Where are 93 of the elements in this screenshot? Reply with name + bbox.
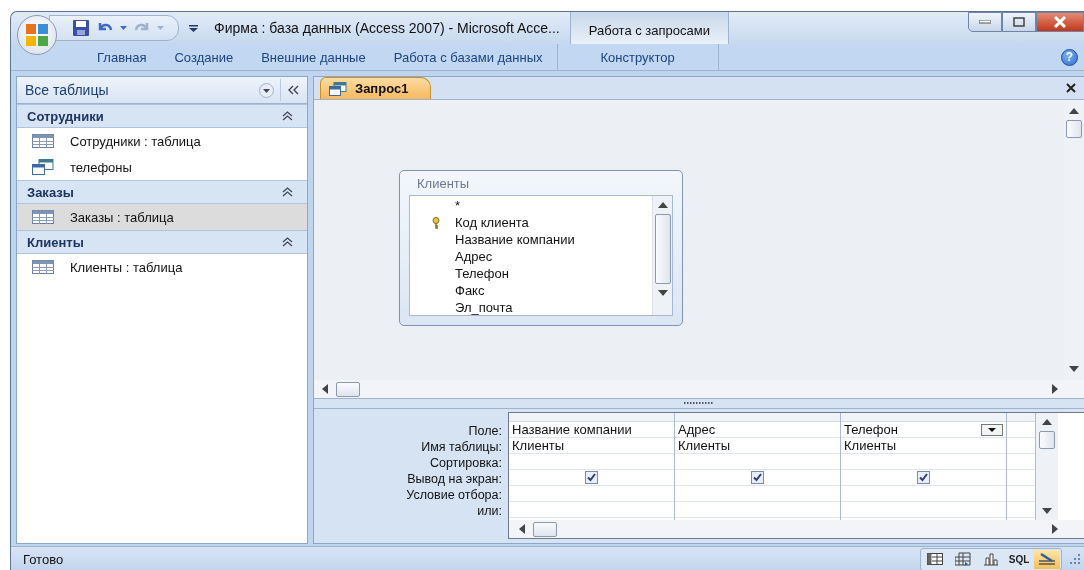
scroll-down-icon[interactable] bbox=[1042, 508, 1052, 514]
contextual-ribbon-tab[interactable]: Конструктор bbox=[556, 44, 719, 70]
document-tab[interactable]: Запрос1 bbox=[320, 77, 432, 99]
row-label: Сортировка: bbox=[429, 455, 502, 471]
maximize-button[interactable] bbox=[1002, 12, 1036, 32]
dropdown-icon[interactable] bbox=[981, 423, 1003, 436]
table-field-list[interactable]: Клиенты * Код клиента Название компании Адрес Телефон Факс Эл_почта bbox=[399, 170, 683, 326]
status-text: Готово bbox=[23, 551, 64, 567]
maximize-icon bbox=[1013, 17, 1025, 27]
scroll-up-icon[interactable] bbox=[657, 202, 668, 208]
group-header[interactable]: Заказы bbox=[17, 180, 307, 204]
ribbon-tab[interactable]: Создание bbox=[160, 45, 248, 69]
table-icon bbox=[32, 134, 54, 148]
ribbon-tab[interactable]: Внешние данные bbox=[247, 45, 380, 69]
view-button[interactable] bbox=[1034, 549, 1060, 569]
scroll-left-icon[interactable] bbox=[519, 524, 525, 534]
context-tab-group: Работа с запросами bbox=[569, 12, 729, 44]
row-label: Вывод на экран: bbox=[407, 471, 502, 487]
scroll-thumb[interactable] bbox=[533, 521, 557, 537]
row-label: Имя таблицы: bbox=[421, 439, 502, 455]
checkbox[interactable] bbox=[585, 471, 598, 484]
dropdown-caret-icon[interactable] bbox=[120, 25, 127, 31]
scroll-down-icon[interactable] bbox=[1069, 366, 1079, 372]
field-name[interactable]: Эл_почта bbox=[455, 300, 513, 315]
save-icon[interactable] bbox=[72, 19, 90, 37]
navigation-item[interactable]: Клиенты : таблица bbox=[17, 254, 307, 280]
close-button[interactable] bbox=[1036, 12, 1084, 32]
ruler-pencil-icon bbox=[1038, 552, 1056, 566]
row-label: Условие отбора: bbox=[406, 487, 502, 503]
vertical-scrollbar[interactable] bbox=[1036, 413, 1058, 520]
group-header[interactable]: Сотрудники bbox=[17, 104, 307, 128]
table-cell[interactable]: Клиенты bbox=[675, 438, 840, 454]
query-icon bbox=[329, 81, 347, 96]
field-name[interactable]: Адрес bbox=[455, 249, 493, 264]
field-cell[interactable]: Телефон bbox=[841, 422, 1006, 438]
scroll-left-icon[interactable] bbox=[322, 384, 328, 394]
bar-chart-icon bbox=[983, 552, 999, 566]
office-logo-icon bbox=[24, 22, 50, 48]
checkbox[interactable] bbox=[751, 471, 764, 484]
field-name[interactable]: Код клиента bbox=[455, 215, 529, 230]
datasheet-icon bbox=[927, 553, 943, 565]
resize-grip-icon[interactable] bbox=[1070, 554, 1080, 564]
close-icon[interactable] bbox=[1066, 83, 1076, 93]
group-header[interactable]: Клиенты bbox=[17, 230, 307, 254]
window-title: Фирма : база данных (Access 2007) - Microsoft Acce... bbox=[214, 20, 560, 36]
group-name: Сотрудники bbox=[27, 108, 104, 124]
field-name[interactable]: * bbox=[455, 198, 461, 213]
horizontal-scrollbar[interactable] bbox=[509, 520, 1084, 538]
group-name: Заказы bbox=[27, 184, 74, 200]
query-icon bbox=[32, 159, 54, 175]
scroll-up-icon[interactable] bbox=[1042, 419, 1052, 425]
scroll-thumb[interactable] bbox=[654, 214, 671, 284]
close-icon bbox=[1053, 16, 1067, 28]
checkbox[interactable] bbox=[917, 471, 930, 484]
field-cell[interactable]: Адрес bbox=[675, 422, 840, 438]
navigation-item[interactable]: Сотрудники : таблица bbox=[17, 128, 307, 154]
scroll-thumb[interactable] bbox=[1039, 431, 1055, 449]
collapse-pane-icon[interactable] bbox=[287, 85, 299, 95]
scroll-thumb[interactable] bbox=[336, 381, 360, 397]
minimize-button[interactable] bbox=[968, 12, 1002, 32]
sql-view-button[interactable]: SQL bbox=[1006, 549, 1032, 569]
horizontal-scrollbar[interactable] bbox=[314, 380, 1084, 398]
field-name[interactable]: Название компании bbox=[455, 232, 575, 247]
table-cell[interactable]: Клиенты bbox=[841, 438, 1006, 454]
field-cell[interactable]: Название компании bbox=[509, 422, 674, 438]
table-icon bbox=[32, 210, 54, 224]
minimize-icon bbox=[979, 20, 991, 24]
table-cell[interactable]: Клиенты bbox=[509, 438, 674, 454]
ribbon-tab[interactable]: Главная bbox=[83, 45, 161, 69]
scroll-thumb[interactable] bbox=[1066, 120, 1082, 138]
scroll-down-icon[interactable] bbox=[657, 290, 668, 296]
scroll-up-icon[interactable] bbox=[1069, 108, 1079, 114]
table-box-title: Клиенты bbox=[416, 175, 471, 193]
row-label: или: bbox=[477, 503, 502, 519]
splitter-grip-icon[interactable] bbox=[684, 402, 714, 405]
chevron-icon[interactable] bbox=[282, 237, 293, 247]
dropdown-icon[interactable] bbox=[259, 82, 274, 98]
chevron-icon[interactable] bbox=[282, 111, 293, 121]
field-name[interactable]: Факс bbox=[455, 283, 485, 298]
pivot-table-icon bbox=[955, 552, 971, 566]
row-label: Поле: bbox=[468, 423, 502, 439]
field-name[interactable]: Телефон bbox=[455, 266, 509, 281]
scroll-right-icon[interactable] bbox=[1052, 384, 1058, 394]
table-icon bbox=[32, 260, 54, 274]
chevron-icon[interactable] bbox=[282, 187, 293, 197]
key-icon bbox=[432, 216, 440, 229]
customize-toolbar-icon[interactable] bbox=[189, 23, 198, 33]
navigation-item[interactable]: Заказы : таблица bbox=[17, 204, 307, 230]
ribbon-tab[interactable]: Работа с базами данных bbox=[379, 45, 557, 69]
scroll-right-icon[interactable] bbox=[1052, 524, 1058, 534]
vertical-scrollbar[interactable] bbox=[652, 196, 672, 315]
group-name: Клиенты bbox=[27, 234, 84, 250]
navigation-item[interactable]: телефоны bbox=[17, 154, 307, 180]
